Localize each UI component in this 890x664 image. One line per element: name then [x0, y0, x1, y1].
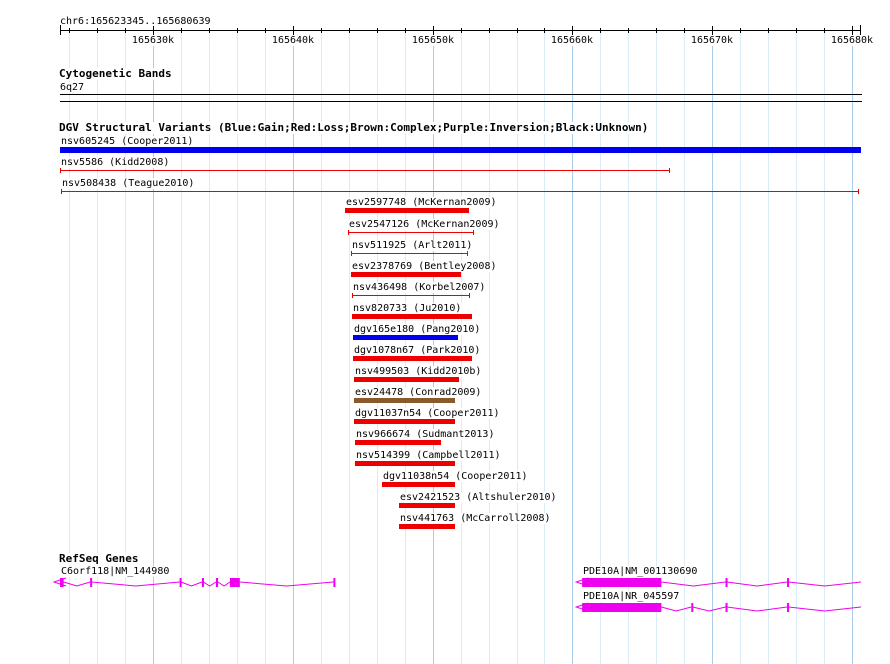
- gene-intron: [661, 606, 862, 612]
- gene-exon: [787, 603, 790, 612]
- gene-intron: [63, 581, 334, 587]
- gene-exon: [179, 578, 182, 587]
- gene-exon: [725, 603, 728, 612]
- gene-exon: [725, 578, 728, 587]
- gene-coding-block: [60, 578, 64, 587]
- gene-intron: [661, 581, 862, 587]
- gene-exon: [201, 578, 204, 587]
- gene-exon: [787, 578, 790, 587]
- gene-models: [52, 577, 862, 612]
- gene-exon: [691, 603, 694, 612]
- gene-exon: [90, 578, 93, 587]
- gene-coding-block: [582, 603, 662, 612]
- gene-exon: [215, 578, 219, 587]
- gene-exon: [333, 578, 336, 587]
- gene-coding-block: [229, 578, 240, 587]
- gene-coding-block: [582, 578, 662, 587]
- genome-browser-view: chr6:165623345..165680639 165630k 165640k…: [0, 0, 890, 664]
